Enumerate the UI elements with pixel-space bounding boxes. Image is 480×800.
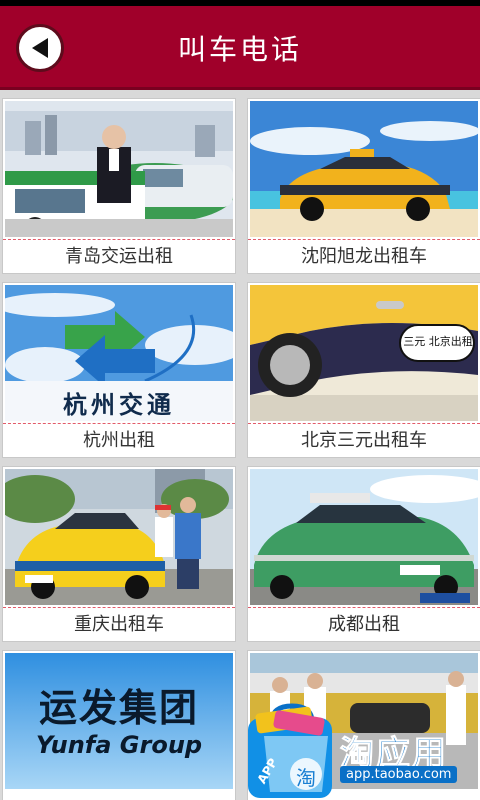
card-label: 沈阳旭龙出租车 — [248, 239, 480, 274]
sanyuan-door-text: 三元 北京出租 — [403, 335, 473, 348]
shopping-bag-icon — [248, 703, 332, 798]
card-image-shenyang — [250, 101, 478, 237]
card-shenyang[interactable]: 沈阳旭龙出租车 — [247, 98, 480, 274]
taxi-company-grid: 青岛交运出租 沈阳旭龙出租车 杭州交通 杭州出租 三元 北京出租 北京三元出租车… — [0, 92, 480, 800]
yunfa-logo-cn: 运发集团 — [38, 686, 199, 730]
card-label: 青岛交运出租 — [3, 239, 235, 274]
card-chongqing[interactable]: 重庆出租车 — [2, 466, 236, 642]
taobao-app-badge[interactable]: APP 淘 淘应用 app.taobao.com — [244, 700, 480, 800]
card-hangzhou[interactable]: 杭州交通 杭州出租 — [2, 282, 236, 458]
card-image-chengdu — [250, 469, 478, 605]
card-yunfa-group[interactable]: 运发集团 Yunfa Group — [2, 650, 236, 800]
title-bar: 叫车电话 — [0, 6, 480, 90]
card-label: 成都出租 — [248, 607, 480, 642]
card-label: 北京三元出租车 — [248, 423, 480, 458]
card-image-chongqing — [5, 469, 233, 605]
taobao-app-url: app.taobao.com — [340, 766, 458, 783]
card-image-qingdao — [5, 101, 233, 237]
card-image-hangzhou: 杭州交通 — [5, 285, 233, 421]
card-image-yunfa-group: 运发集团 Yunfa Group — [5, 653, 233, 789]
app-bag-char: 淘 — [296, 766, 316, 790]
card-image-beijing-sanyuan: 三元 北京出租 — [250, 285, 478, 421]
card-label: 杭州出租 — [3, 423, 235, 458]
card-label: 重庆出租车 — [3, 607, 235, 642]
card-qingdao[interactable]: 青岛交运出租 — [2, 98, 236, 274]
hangzhou-logo-text: 杭州交通 — [63, 390, 175, 419]
card-chengdu[interactable]: 成都出租 — [247, 466, 480, 642]
card-beijing-sanyuan[interactable]: 三元 北京出租 北京三元出租车 — [247, 282, 480, 458]
page-title: 叫车电话 — [177, 33, 302, 66]
yunfa-logo-en: Yunfa Group — [35, 731, 203, 759]
